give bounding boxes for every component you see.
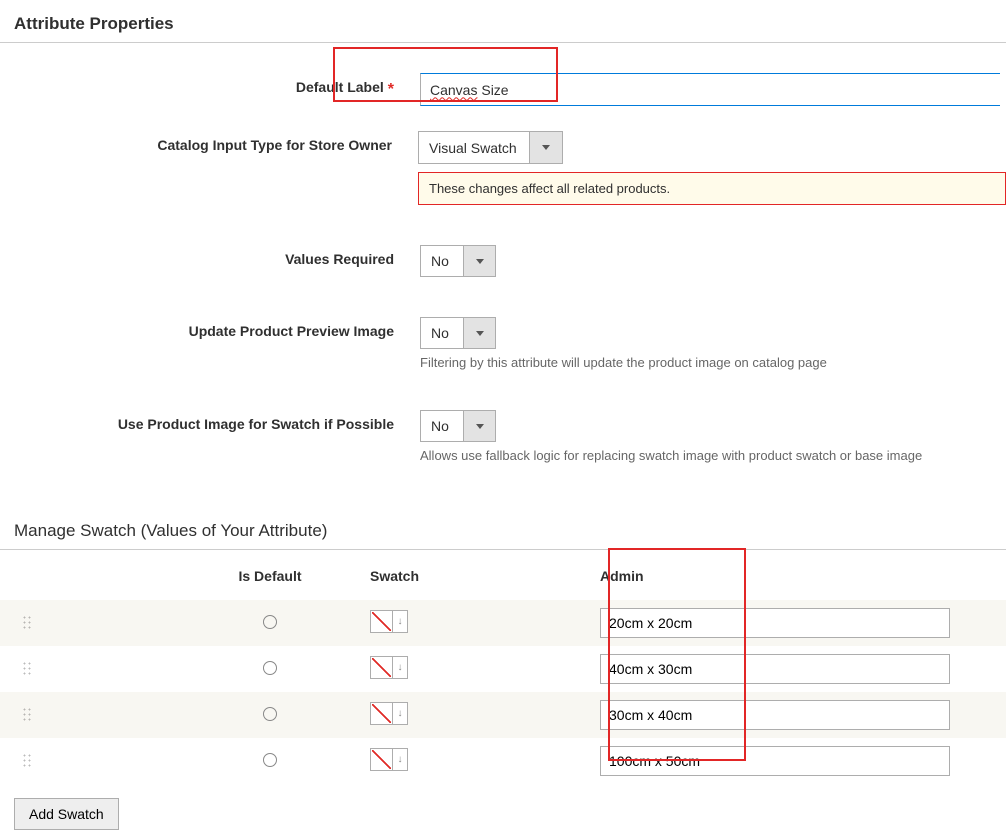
th-admin: Admin xyxy=(600,550,1006,600)
section-manage-swatch: Manage Swatch (Values of Your Attribute)… xyxy=(0,463,1006,830)
section-title: Attribute Properties xyxy=(0,0,1006,43)
chevron-down-icon[interactable]: ↓ xyxy=(393,656,408,679)
th-swatch: Swatch xyxy=(370,550,600,600)
th-drag xyxy=(0,550,170,600)
default-radio[interactable] xyxy=(263,661,277,675)
chevron-down-icon[interactable]: ↓ xyxy=(393,748,408,771)
drag-handle-icon[interactable] xyxy=(22,753,32,767)
section-attribute-properties: Attribute Properties Default Label* Canv… xyxy=(0,0,1006,463)
warning-message: These changes affect all related product… xyxy=(418,172,1006,205)
admin-value-input[interactable] xyxy=(600,608,950,638)
dropdown-toggle-icon[interactable] xyxy=(464,245,496,277)
add-swatch-button[interactable]: Add Swatch xyxy=(14,798,119,830)
label-default-label: Default Label* xyxy=(40,73,420,106)
select-value: No xyxy=(420,245,464,277)
table-row: ↓ xyxy=(0,600,1006,646)
swatch-empty-icon xyxy=(370,610,393,633)
hint-update-preview: Filtering by this attribute will update … xyxy=(420,355,1006,370)
drag-handle-icon[interactable] xyxy=(22,615,32,629)
use-product-image-select[interactable]: No xyxy=(420,410,496,442)
admin-value-input[interactable] xyxy=(600,654,950,684)
table-row: ↓ xyxy=(0,692,1006,738)
spellcheck-word: Canvas xyxy=(430,82,477,98)
admin-value-input[interactable] xyxy=(600,700,950,730)
select-value: No xyxy=(420,410,464,442)
dropdown-toggle-icon[interactable] xyxy=(464,317,496,349)
th-is-default: Is Default xyxy=(170,550,370,600)
field-use-product-image: Use Product Image for Swatch if Possible… xyxy=(40,410,1006,463)
chevron-down-icon[interactable]: ↓ xyxy=(393,610,408,633)
drag-handle-icon[interactable] xyxy=(22,707,32,721)
swatch-picker[interactable]: ↓ xyxy=(370,610,408,633)
swatch-picker[interactable]: ↓ xyxy=(370,656,408,679)
label-use-product-image: Use Product Image for Swatch if Possible xyxy=(40,410,420,463)
default-radio[interactable] xyxy=(263,615,277,629)
dropdown-toggle-icon[interactable] xyxy=(530,131,563,164)
table-row: ↓ xyxy=(0,646,1006,692)
swatch-table: Is Default Swatch Admin ↓ ↓ ↓ xyxy=(0,550,1006,784)
label-values-required: Values Required xyxy=(40,245,420,277)
default-radio[interactable] xyxy=(263,707,277,721)
swatch-picker[interactable]: ↓ xyxy=(370,748,408,771)
drag-handle-icon[interactable] xyxy=(22,661,32,675)
label-catalog-input-type: Catalog Input Type for Store Owner xyxy=(40,131,418,205)
default-label-input[interactable]: Canvas Size xyxy=(420,73,1000,106)
dropdown-toggle-icon[interactable] xyxy=(464,410,496,442)
hint-use-product-image: Allows use fallback logic for replacing … xyxy=(420,448,1006,463)
field-values-required: Values Required No xyxy=(40,245,1006,277)
field-update-preview: Update Product Preview Image No Filterin… xyxy=(40,317,1006,370)
label-update-preview: Update Product Preview Image xyxy=(40,317,420,370)
swatch-empty-icon xyxy=(370,702,393,725)
field-default-label: Default Label* Canvas Size xyxy=(40,73,1006,106)
swatch-picker[interactable]: ↓ xyxy=(370,702,408,725)
chevron-down-icon[interactable]: ↓ xyxy=(393,702,408,725)
select-value: No xyxy=(420,317,464,349)
field-catalog-input-type: Catalog Input Type for Store Owner Visua… xyxy=(40,131,1006,205)
default-radio[interactable] xyxy=(263,753,277,767)
update-preview-select[interactable]: No xyxy=(420,317,496,349)
required-star-icon: * xyxy=(388,81,394,98)
input-text-rest: Size xyxy=(477,82,508,98)
select-value: Visual Swatch xyxy=(418,131,530,164)
table-row: ↓ xyxy=(0,738,1006,784)
section-title-swatch: Manage Swatch (Values of Your Attribute) xyxy=(0,463,1006,550)
swatch-empty-icon xyxy=(370,656,393,679)
values-required-select[interactable]: No xyxy=(420,245,496,277)
admin-value-input[interactable] xyxy=(600,746,950,776)
catalog-input-type-select[interactable]: Visual Swatch xyxy=(418,131,563,164)
swatch-empty-icon xyxy=(370,748,393,771)
